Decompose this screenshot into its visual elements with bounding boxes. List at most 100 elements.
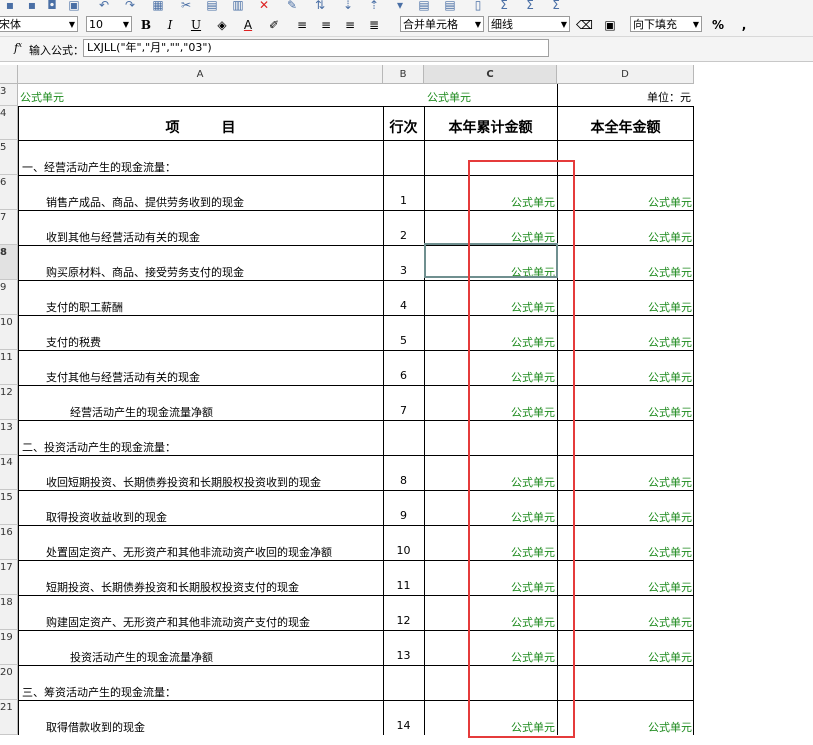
row-line-number[interactable]: 1: [383, 194, 424, 207]
row-label[interactable]: 一、经营活动产生的现金流量：: [22, 159, 381, 175]
full-year-formula-cell[interactable]: 公式单元: [557, 229, 692, 245]
select-all-corner[interactable]: [0, 65, 18, 84]
cell-d3[interactable]: 单位：元: [557, 89, 691, 105]
row-header-16[interactable]: 16: [0, 525, 18, 560]
full-year-formula-cell[interactable]: 公式单元: [557, 579, 692, 595]
full-year-formula-cell[interactable]: 公式单元: [557, 299, 692, 315]
row-label[interactable]: 购买原材料、商品、接受劳务支付的现金: [46, 264, 381, 280]
row-line-number[interactable]: 2: [383, 229, 424, 242]
format-painter-icon[interactable]: ▣: [602, 17, 618, 33]
row-header-11[interactable]: 11: [0, 350, 18, 385]
full-year-formula-cell[interactable]: 公式单元: [557, 369, 692, 385]
row-line-number[interactable]: 11: [383, 579, 424, 592]
sum-sub-icon[interactable]: Σ: [522, 0, 538, 13]
row-header-14[interactable]: 14: [0, 455, 18, 490]
save-as-icon[interactable]: ▪: [24, 0, 40, 13]
fill-color-icon[interactable]: ◈: [214, 17, 230, 33]
percent-button[interactable]: %: [710, 17, 726, 33]
row-line-number[interactable]: 10: [383, 544, 424, 557]
row-label[interactable]: 投资活动产生的现金流量净额: [70, 649, 381, 665]
align-right-icon[interactable]: ≡: [342, 17, 358, 33]
font-name-select[interactable]: 宋体 ▼: [0, 16, 78, 32]
sort-asc-icon[interactable]: ⇣: [340, 0, 356, 13]
undo-icon[interactable]: ↶: [96, 0, 112, 13]
row-label[interactable]: 收到其他与经营活动有关的现金: [46, 229, 381, 245]
full-year-formula-cell[interactable]: 公式单元: [557, 719, 692, 735]
column-header-d[interactable]: D: [557, 65, 694, 84]
justify-icon[interactable]: ≣: [366, 17, 382, 33]
formula-input[interactable]: LXJLL("年","月","","03"): [83, 39, 549, 57]
row-header-12[interactable]: 12: [0, 385, 18, 420]
filter-icon[interactable]: ▾: [392, 0, 408, 13]
row-header-13[interactable]: 13: [0, 420, 18, 455]
italic-button[interactable]: I: [162, 17, 178, 33]
sort-icon[interactable]: ⇅: [312, 0, 328, 13]
brush-icon[interactable]: ✎: [284, 0, 300, 13]
sum-all-icon[interactable]: Σ: [548, 0, 564, 13]
sort-desc-icon[interactable]: ⇡: [366, 0, 382, 13]
column-header-b[interactable]: B: [383, 65, 424, 84]
row-header-19[interactable]: 19: [0, 630, 18, 665]
row-line-number[interactable]: 12: [383, 614, 424, 627]
underline-button[interactable]: U: [188, 17, 204, 33]
row-line-number[interactable]: 9: [383, 509, 424, 522]
font-color-button[interactable]: A: [240, 17, 256, 33]
row-label[interactable]: 短期投资、长期债券投资和长期股权投资支付的现金: [46, 579, 381, 595]
full-year-formula-cell[interactable]: 公式单元: [557, 614, 692, 630]
row-line-number[interactable]: 7: [383, 404, 424, 417]
row-label[interactable]: 取得借款收到的现金: [46, 719, 381, 735]
row-line-number[interactable]: 3: [383, 264, 424, 277]
row-header-4[interactable]: 4: [0, 106, 18, 140]
font-size-select[interactable]: 10 ▼: [86, 16, 132, 32]
print-preview-icon[interactable]: ◘: [44, 0, 60, 13]
border-style-select[interactable]: 细线 ▼: [488, 16, 570, 32]
print-icon[interactable]: ▣: [66, 0, 82, 13]
full-year-formula-cell[interactable]: 公式单元: [557, 544, 692, 560]
row-header-18[interactable]: 18: [0, 595, 18, 630]
row-header-9[interactable]: 9: [0, 280, 18, 315]
paste-icon[interactable]: ▥: [230, 0, 246, 13]
row-label[interactable]: 支付其他与经营活动有关的现金: [46, 369, 381, 385]
clear-format-icon[interactable]: ✐: [266, 17, 282, 33]
full-year-formula-cell[interactable]: 公式单元: [557, 509, 692, 525]
row-label[interactable]: 支付的税费: [46, 334, 381, 350]
sum-icon[interactable]: Σ: [496, 0, 512, 13]
row-header-3[interactable]: 3: [0, 84, 18, 106]
row-label[interactable]: 二、投资活动产生的现金流量：: [22, 439, 381, 455]
row-header-8[interactable]: 8: [0, 245, 18, 280]
import-icon[interactable]: ▤: [416, 0, 432, 13]
row-label[interactable]: 取得投资收益收到的现金: [46, 509, 381, 525]
cell-c3[interactable]: 公式单元: [427, 89, 547, 105]
row-header-21[interactable]: 21: [0, 700, 18, 735]
align-center-icon[interactable]: ≡: [318, 17, 334, 33]
column-header-a[interactable]: A: [18, 65, 383, 84]
row-label[interactable]: 支付的职工薪酬: [46, 299, 381, 315]
redo-icon[interactable]: ↷: [122, 0, 138, 13]
row-label[interactable]: 销售产成品、商品、提供劳务收到的现金: [46, 194, 381, 210]
row-line-number[interactable]: 4: [383, 299, 424, 312]
eraser-icon[interactable]: ⌫: [576, 17, 593, 33]
export-icon[interactable]: ▤: [442, 0, 458, 13]
full-year-formula-cell[interactable]: 公式单元: [557, 194, 692, 210]
merge-cells-select[interactable]: 合并单元格 ▼: [400, 16, 484, 32]
row-header-5[interactable]: 5: [0, 140, 18, 175]
spreadsheet-grid[interactable]: A B C D 3 公式单元 公式单元 单位：元 4 项 目行次 本年累计金额 本全年金额 5 一…: [0, 65, 813, 745]
row-label[interactable]: 三、筹资活动产生的现金流量：: [22, 684, 381, 700]
row-label[interactable]: 购建固定资产、无形资产和其他非流动资产支付的现金: [46, 614, 381, 630]
full-year-formula-cell[interactable]: 公式单元: [557, 404, 692, 420]
grid-icon[interactable]: ▦: [150, 0, 166, 13]
row-line-number[interactable]: 6: [383, 369, 424, 382]
row-line-number[interactable]: 5: [383, 334, 424, 347]
row-label[interactable]: 处置固定资产、无形资产和其他非流动资产收回的现金净额: [46, 544, 381, 560]
row-header-10[interactable]: 10: [0, 315, 18, 350]
row-header-15[interactable]: 15: [0, 490, 18, 525]
save-icon[interactable]: ▪: [2, 0, 18, 13]
full-year-formula-cell[interactable]: 公式单元: [557, 649, 692, 665]
row-line-number[interactable]: 14: [383, 719, 424, 732]
report-icon[interactable]: ▯: [470, 0, 486, 13]
full-year-formula-cell[interactable]: 公式单元: [557, 264, 692, 280]
comma-button[interactable]: ,: [736, 17, 752, 33]
delete-icon[interactable]: ✕: [256, 0, 272, 13]
row-line-number[interactable]: 13: [383, 649, 424, 662]
column-header-c[interactable]: C: [424, 65, 557, 84]
